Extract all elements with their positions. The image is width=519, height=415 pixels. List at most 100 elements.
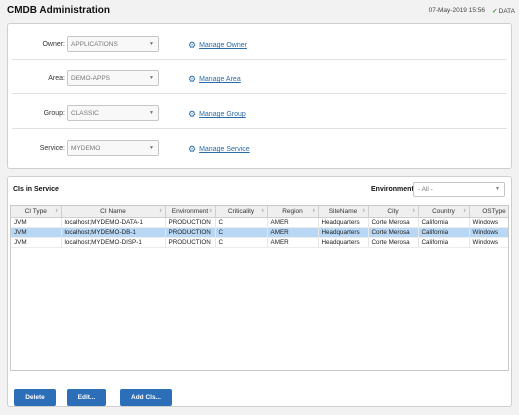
sort-icon: ⇕ <box>361 208 366 213</box>
table-cell: localhost;MYDEMO-DATA-1 <box>61 217 166 228</box>
table-cell: Windows <box>469 217 508 228</box>
grid-title: CIs in Service <box>13 186 59 193</box>
owner-label: Owner: <box>42 41 65 48</box>
sort-icon: ⇕ <box>311 208 316 213</box>
column-header-label: Region <box>282 207 303 215</box>
area-label: Area: <box>48 75 65 82</box>
owner-select[interactable]: APPLICATIONS ▼ <box>67 36 159 52</box>
environment-select[interactable]: - All - ▼ <box>413 182 505 197</box>
cis-table[interactable]: CI Type ⇕ CI Name ⇕ Environment ⇕ Criticali… <box>10 205 509 371</box>
table-cell: PRODUCTION <box>165 227 216 238</box>
title-bar: CMDB Administration 07-May-2019 15:56 ✓D… <box>0 0 519 22</box>
table-cell: Corte Merosa <box>368 227 419 238</box>
table-header-row: CI Type ⇕ CI Name ⇕ Environment ⇕ Criticali… <box>11 206 508 218</box>
data-status-indicator: ✓DATA <box>492 7 515 15</box>
manage-area-label: Manage Area <box>199 76 241 83</box>
data-status-label: DATA <box>498 8 515 15</box>
table-row[interactable]: JVM localhost;MYDEMO-DISP-1 PRODUCTION C… <box>11 237 508 248</box>
manage-owner-link[interactable]: ⚙ Manage Owner <box>188 40 247 51</box>
column-header-label: Environment <box>171 207 209 215</box>
sort-icon: ⇕ <box>462 208 467 213</box>
column-header-criticality[interactable]: Criticality ⇕ <box>215 206 268 218</box>
column-header-ostype[interactable]: OSType⇕ <box>469 206 508 218</box>
table-cell: Corte Merosa <box>368 237 419 248</box>
gear-icon: ⚙ <box>188 109 197 119</box>
cis-in-service-panel: CIs in Service Environment: - All - ▼ CI… <box>7 176 512 407</box>
column-header-label: Criticality <box>227 207 255 215</box>
column-header-sitename[interactable]: SiteName ⇕ <box>318 206 369 218</box>
service-label: Service: <box>39 145 65 152</box>
table-cell: Windows <box>469 237 508 248</box>
sort-icon: ⇕ <box>54 208 59 213</box>
column-header-region[interactable]: Region ⇕ <box>267 206 319 218</box>
table-cell: localhost;MYDEMO-DB-1 <box>61 227 166 238</box>
service-select[interactable]: MYDEMO ▼ <box>67 140 159 156</box>
area-row: Area: DEMO-APPS ▼ ⚙ Manage Area <box>12 62 507 94</box>
group-row: Group: CLASSIC ▼ ⚙ Manage Group <box>12 97 507 129</box>
column-header-environment[interactable]: Environment ⇕ <box>165 206 216 218</box>
environment-label: Environment: <box>371 186 417 193</box>
manage-service-label: Manage Service <box>199 146 250 153</box>
table-cell: Headquarters <box>318 237 369 248</box>
add-cis-button[interactable]: Add CIs... <box>120 389 172 406</box>
table-row[interactable]: JVM localhost;MYDEMO-DATA-1 PRODUCTION C… <box>11 217 508 228</box>
table-cell: PRODUCTION <box>165 237 216 248</box>
column-header-label: Country <box>432 207 455 215</box>
table-cell: Headquarters <box>318 217 369 228</box>
manage-group-label: Manage Group <box>199 111 246 118</box>
gear-icon: ⚙ <box>188 40 197 50</box>
owner-select-value: APPLICATIONS <box>71 41 118 48</box>
check-icon: ✓ <box>492 8 498 15</box>
group-select-value: CLASSIC <box>71 110 99 117</box>
page-title: CMDB Administration <box>7 5 110 16</box>
service-row: Service: MYDEMO ▼ ⚙ Manage Service <box>12 132 507 164</box>
table-cell: C <box>215 237 268 248</box>
chevron-down-icon: ▼ <box>495 186 500 192</box>
table-cell: Corte Merosa <box>368 217 419 228</box>
group-select[interactable]: CLASSIC ▼ <box>67 105 159 121</box>
area-select-value: DEMO-APPS <box>71 75 111 82</box>
table-cell: Headquarters <box>318 227 369 238</box>
manage-owner-label: Manage Owner <box>199 42 247 49</box>
column-header-city[interactable]: City ⇕ <box>368 206 419 218</box>
table-cell: California <box>418 237 470 248</box>
environment-select-value: - All - <box>418 186 433 193</box>
filter-panel: Owner: APPLICATIONS ▼ ⚙ Manage Owner Area… <box>7 23 512 169</box>
table-cell: JVM <box>11 237 62 248</box>
table-cell: AMER <box>267 217 319 228</box>
table-cell: PRODUCTION <box>165 217 216 228</box>
manage-service-link[interactable]: ⚙ Manage Service <box>188 144 250 155</box>
column-header-label: CI Name <box>100 207 126 215</box>
table-cell: AMER <box>267 227 319 238</box>
table-cell: C <box>215 227 268 238</box>
table-cell: JVM <box>11 227 62 238</box>
column-header-ci-type[interactable]: CI Type ⇕ <box>11 206 62 218</box>
column-header-ci-name[interactable]: CI Name ⇕ <box>61 206 166 218</box>
column-header-label: CI Type <box>24 207 47 215</box>
table-cell: Windows <box>469 227 508 238</box>
table-cell: localhost;MYDEMO-DISP-1 <box>61 237 166 248</box>
service-select-value: MYDEMO <box>71 145 101 152</box>
chevron-down-icon: ▼ <box>149 75 154 81</box>
sort-icon: ⇕ <box>411 208 416 213</box>
chevron-down-icon: ▼ <box>149 41 154 47</box>
manage-area-link[interactable]: ⚙ Manage Area <box>188 74 241 85</box>
manage-group-link[interactable]: ⚙ Manage Group <box>188 109 246 120</box>
sort-icon: ⇕ <box>260 208 265 213</box>
table-cell: California <box>418 217 470 228</box>
table-cell: JVM <box>11 217 62 228</box>
edit-button[interactable]: Edit... <box>67 389 106 406</box>
delete-button[interactable]: Delete <box>14 389 56 406</box>
chevron-down-icon: ▼ <box>149 145 154 151</box>
sort-icon: ⇕ <box>158 208 163 213</box>
column-header-label: SiteName <box>328 207 358 215</box>
column-header-label: OSType <box>482 207 506 215</box>
gear-icon: ⚙ <box>188 144 197 154</box>
table-row-selected[interactable]: JVM localhost;MYDEMO-DB-1 PRODUCTION C A… <box>11 227 508 238</box>
chevron-down-icon: ▼ <box>149 110 154 116</box>
column-header-label: City <box>387 207 399 215</box>
table-cell: AMER <box>267 237 319 248</box>
column-header-country[interactable]: Country ⇕ <box>418 206 470 218</box>
sort-icon: ⇕ <box>208 208 213 213</box>
area-select[interactable]: DEMO-APPS ▼ <box>67 70 159 86</box>
